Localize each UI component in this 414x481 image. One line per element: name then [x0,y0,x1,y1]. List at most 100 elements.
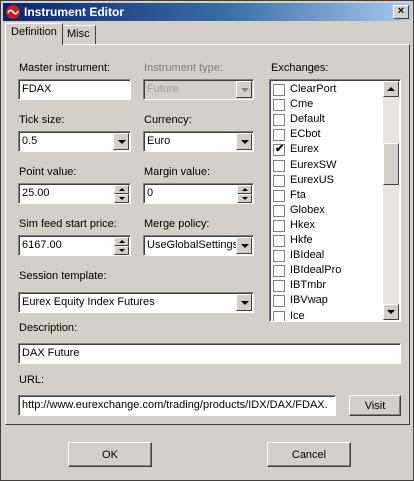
exchange-checkbox[interactable] [273,84,285,96]
checkmark-icon: ✔ [275,143,285,156]
exchange-checkbox[interactable] [273,295,285,308]
exchange-checkbox[interactable] [273,219,285,232]
chevron-down-icon [118,140,126,144]
arrow-up-icon [119,188,125,191]
margin-value-decrement[interactable] [237,194,252,203]
window-title: Instrument Editor [24,5,125,19]
exchange-name: EurexSW [290,158,337,171]
ok-button[interactable]: OK [68,442,152,467]
exchange-checkbox[interactable] [273,265,285,278]
instrument-editor-window: Instrument Editor × Definition Misc Mast… [0,0,414,481]
margin-value-increment[interactable] [237,185,252,194]
arrow-up-icon [119,240,125,243]
url-value: http://www.eurexchange.com/trading/produ… [22,399,328,411]
sim-feed-start-price-increment[interactable] [114,237,129,246]
exchange-checkbox[interactable] [273,159,285,172]
point-value-label: Point value: [19,166,77,178]
tick-size-select[interactable]: 0.5 [18,131,131,152]
session-template-label: Session template: [19,270,107,282]
exchange-checkbox[interactable]: ✔ [273,143,285,157]
cancel-button[interactable]: Cancel [267,442,351,467]
session-template-dropdown-button[interactable] [236,294,252,311]
tab-definition[interactable]: Definition [5,23,63,45]
description-label: Description: [19,322,78,334]
close-button[interactable]: × [393,5,409,19]
instrument-type-dropdown-button[interactable] [236,81,252,98]
currency-dropdown-button[interactable] [236,133,252,150]
chevron-down-icon [241,88,249,92]
exchange-checkbox[interactable] [273,235,285,247]
exchange-checkbox[interactable] [273,129,285,142]
sim-feed-start-price-label: Sim feed start price: [19,218,117,230]
scrollbar-thumb[interactable] [383,143,399,185]
tick-size-dropdown-button[interactable] [113,133,129,150]
title-bar[interactable]: Instrument Editor × [3,3,411,21]
arrow-down-icon [119,249,125,252]
exchange-name: Hkex [290,218,316,231]
description-input[interactable]: DAX Future [18,343,401,364]
exchanges-list[interactable]: ClearPort Cme Default ECbot ✔ Eurex EurexSW Eur… [269,79,401,322]
exchange-checkbox[interactable] [273,250,285,263]
margin-value-stepper[interactable]: 0 [143,183,254,204]
exchanges-label: Exchanges: [271,62,329,74]
exchange-checkbox[interactable] [273,310,285,321]
arrow-up-icon [387,87,395,91]
app-icon [6,5,20,19]
merge-policy-dropdown-button[interactable] [236,237,252,254]
master-instrument-input[interactable]: FDAX [18,79,131,100]
chevron-down-icon [241,301,249,305]
url-label: URL: [19,374,45,386]
chevron-down-icon [241,244,249,248]
master-instrument-value: FDAX [22,83,52,95]
merge-policy-value: UseGlobalSettings [147,239,239,251]
scroll-down-button[interactable] [383,304,399,320]
instrument-type-label: Instrument type: [144,62,223,74]
chevron-down-icon [241,140,249,144]
arrow-down-icon [242,197,248,200]
exchange-checkbox[interactable] [273,280,285,293]
margin-value-label: Margin value: [144,166,211,178]
exchange-name: IBVwap [290,294,328,307]
sim-feed-start-price-stepper[interactable]: 6167.00 [18,235,131,256]
currency-label: Currency: [144,114,192,126]
exchange-name: EurexUS [290,173,335,186]
master-instrument-label: Master instrument: [19,62,111,74]
scroll-up-button[interactable] [383,81,399,97]
exchange-name: Default [290,113,325,126]
exchange-checkbox[interactable] [273,114,285,127]
exchange-name: Globex [290,203,325,216]
exchange-checkbox[interactable] [273,174,285,187]
arrow-down-icon [387,310,395,314]
exchange-name: ECbot [290,128,321,141]
tick-size-label: Tick size: [19,114,65,126]
exchange-name: Hkfe [290,234,313,246]
point-value-decrement[interactable] [114,194,129,203]
url-input[interactable]: http://www.eurexchange.com/trading/produ… [18,395,336,416]
arrow-down-icon [119,197,125,200]
currency-value: Euro [147,135,171,147]
exchange-checkbox[interactable] [273,189,285,202]
session-template-value: Eurex Equity Index Futures [22,296,155,308]
visit-button[interactable]: Visit [349,395,401,416]
session-template-select[interactable]: Eurex Equity Index Futures [18,292,254,313]
exchange-name: ClearPort [290,83,337,95]
cancel-button-label: Cancel [291,449,327,461]
exchange-name: IBIdeal [290,249,325,262]
instrument-type-select[interactable]: Future [143,79,254,100]
ok-button-label: OK [102,449,118,461]
instrument-type-value: Future [147,83,179,95]
exchanges-scrollbar[interactable] [383,81,399,320]
description-value: DAX Future [22,347,80,359]
arrow-up-icon [242,188,248,191]
visit-button-label: Visit [364,400,386,412]
exchange-checkbox[interactable] [273,204,285,217]
sim-feed-start-price-decrement[interactable] [114,246,129,255]
point-value-increment[interactable] [114,185,129,194]
tab-misc[interactable]: Misc [61,25,96,44]
tab-definition-label: Definition [11,26,57,38]
exchange-name: Fta [290,188,306,201]
merge-policy-select[interactable]: UseGlobalSettings [143,235,254,256]
exchange-checkbox[interactable] [273,99,285,112]
currency-select[interactable]: Euro [143,131,254,152]
point-value-stepper[interactable]: 25.00 [18,183,131,204]
